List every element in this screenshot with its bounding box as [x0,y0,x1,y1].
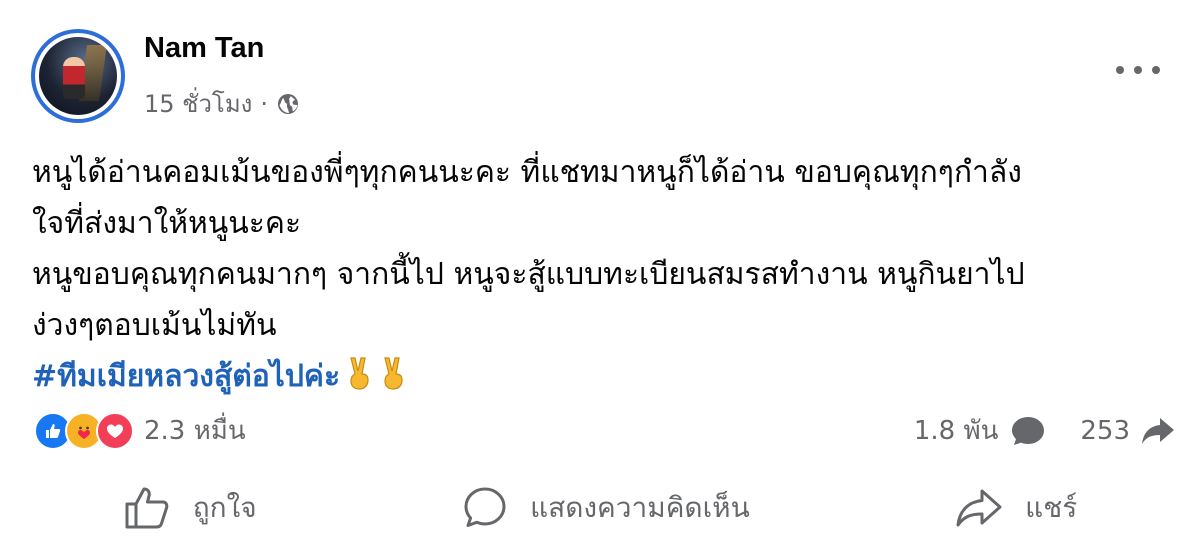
post-time[interactable]: 15 ชั่วโมง [144,84,252,123]
post-text-line: ง่วงๆตอบเม้นไม่ทัน [32,308,277,343]
thumbs-up-icon [125,487,168,529]
reaction-summary[interactable]: 2.3 หมื่น [34,410,246,451]
dot [1134,66,1142,74]
meta-separator: · [260,89,269,118]
action-bar: ถูกใจ แสดงความคิดเห็น แชร์ [20,478,1180,538]
facebook-post: Nam Tan 15 ชั่วโมง · หนูได้อ่านคอมเม้นขอ… [0,0,1200,546]
share-icon [956,489,1002,527]
post-text: หนูได้อ่านคอมเม้นของพี่ๆทุกคนนะคะ ที่แชท… [32,147,1177,406]
author-name[interactable]: Nam Tan [144,32,264,65]
post-text-line: หนูได้อ่านคอมเม้นของพี่ๆทุกคนนะคะ ที่แชท… [32,155,1022,190]
author-avatar[interactable] [31,29,125,123]
comment-button-label: แสดงความคิดเห็น [530,491,750,524]
share-arrow-icon [1142,417,1174,444]
hashtag-line: #ทีมเมียหลวงสู้ต่อไปค่ะ [32,351,1177,406]
share-button[interactable]: แชร์ [955,486,1077,530]
share-count[interactable]: 253 [1080,415,1176,447]
post-text-line: หนูขอบคุณทุกคนมากๆ จากนี้ไป หนูจะสู้แบบท… [32,257,1025,292]
share-count-value: 253 [1080,415,1130,446]
like-button[interactable]: ถูกใจ [123,485,257,531]
reaction-count: 2.3 หมื่น [144,416,246,446]
comment-icon [464,487,506,527]
post-meta: 15 ชั่วโมง · [144,84,300,123]
share-button-label: แชร์ [1025,491,1078,524]
comment-bubble-icon [1012,416,1045,445]
more-dots-icon[interactable] [1116,60,1160,80]
comment-button[interactable]: แสดงความคิดเห็น [462,485,750,531]
comment-count-value: 1.8 พัน [913,416,999,446]
victory-hand-icon [380,355,408,406]
dot [1116,66,1124,74]
avatar-photo [39,37,117,115]
globe-icon[interactable] [276,92,300,116]
avatar-person [63,57,85,99]
post-stats: 1.8 พัน 253 [914,410,1176,451]
dot [1152,66,1160,74]
victory-hand-icon [346,355,374,406]
love-icon [96,411,134,450]
post-text-line: ใจที่ส่งมาให้หนูนะคะ [32,206,302,241]
comment-count[interactable]: 1.8 พัน [914,410,1049,451]
hashtag-link[interactable]: #ทีมเมียหลวงสู้ต่อไปค่ะ [32,359,340,394]
like-button-label: ถูกใจ [192,491,257,524]
